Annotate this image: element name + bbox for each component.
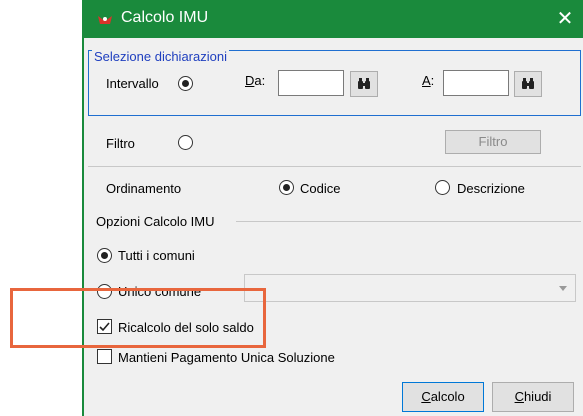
descrizione-radio[interactable] <box>435 180 450 195</box>
unico-comune-label: Unico comune <box>118 284 202 299</box>
filtro-label: Filtro <box>106 136 135 151</box>
dialog-body: Selezione dichiarazioni Intervallo Da: A… <box>84 38 583 416</box>
binoculars-icon <box>522 78 534 89</box>
app-icon <box>98 16 112 24</box>
title-bar: Calcolo IMU ✕ <box>84 0 583 38</box>
a-input[interactable] <box>443 70 509 96</box>
codice-radio[interactable] <box>279 180 294 195</box>
tutti-comuni-label: Tutti i comuni <box>118 248 195 263</box>
close-button[interactable]: ✕ <box>547 0 583 38</box>
intervallo-radio[interactable] <box>178 76 193 91</box>
da-search-button[interactable] <box>350 71 378 97</box>
chiudi-button[interactable]: Chiudi <box>492 382 574 412</box>
unico-comune-radio[interactable] <box>97 284 112 299</box>
selezione-legend: Selezione dichiarazioni <box>92 49 229 64</box>
da-label: Da: <box>245 73 266 88</box>
filtro-radio[interactable] <box>178 135 193 150</box>
tutti-comuni-radio[interactable] <box>97 248 112 263</box>
checkmark-icon <box>99 322 110 332</box>
binoculars-icon <box>358 78 370 89</box>
window-title: Calcolo IMU <box>121 9 209 26</box>
ricalcolo-label: Ricalcolo del solo saldo <box>118 320 254 335</box>
unico-comune-select[interactable] <box>244 274 576 302</box>
mantieni-label: Mantieni Pagamento Unica Soluzione <box>118 350 335 365</box>
separator <box>88 166 581 167</box>
descrizione-label: Descrizione <box>457 181 525 196</box>
opzioni-group-line <box>236 221 581 222</box>
ricalcolo-checkbox[interactable] <box>97 319 112 334</box>
codice-label: Codice <box>300 181 341 196</box>
filtro-button[interactable]: Filtro <box>445 130 541 154</box>
a-label: A: <box>422 73 435 88</box>
da-input[interactable] <box>278 70 344 96</box>
mantieni-checkbox[interactable] <box>97 349 112 364</box>
opzioni-legend: Opzioni Calcolo IMU <box>96 214 215 229</box>
calcolo-button[interactable]: Calcolo <box>402 382 484 412</box>
a-search-button[interactable] <box>514 71 542 97</box>
intervallo-label: Intervallo <box>106 76 159 91</box>
calcolo-imu-dialog: Calcolo IMU ✕ Selezione dichiarazioni In… <box>82 0 583 416</box>
ordinamento-label: Ordinamento <box>106 181 182 196</box>
chevron-down-icon <box>559 286 567 291</box>
